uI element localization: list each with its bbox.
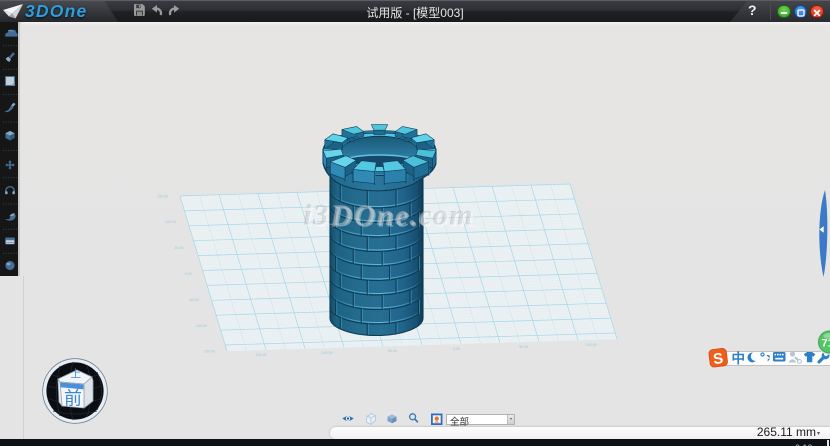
svg-text:S: S [712, 350, 724, 368]
svg-text:-50.00: -50.00 [387, 349, 397, 353]
svg-text:前: 前 [64, 389, 82, 409]
svg-text:-100.00: -100.00 [320, 351, 332, 355]
svg-text:150.00: 150.00 [157, 195, 168, 199]
svg-text:100.00: 100.00 [165, 220, 176, 224]
svg-text:0.00: 0.00 [453, 347, 460, 351]
svg-text:-150.00: -150.00 [254, 353, 266, 357]
svg-text:0.00: 0.00 [185, 272, 192, 276]
svg-text:-150.00: -150.00 [203, 349, 215, 353]
svg-text:50.00: 50.00 [519, 345, 528, 349]
svg-text:上: 上 [71, 368, 82, 380]
svg-text:-100.00: -100.00 [195, 324, 207, 328]
svg-text:71: 71 [822, 338, 830, 350]
svg-text:-50.00: -50.00 [189, 298, 199, 302]
svg-text:中: 中 [732, 350, 746, 366]
svg-text:100.00: 100.00 [586, 343, 597, 347]
svg-text:50.00: 50.00 [175, 246, 184, 250]
